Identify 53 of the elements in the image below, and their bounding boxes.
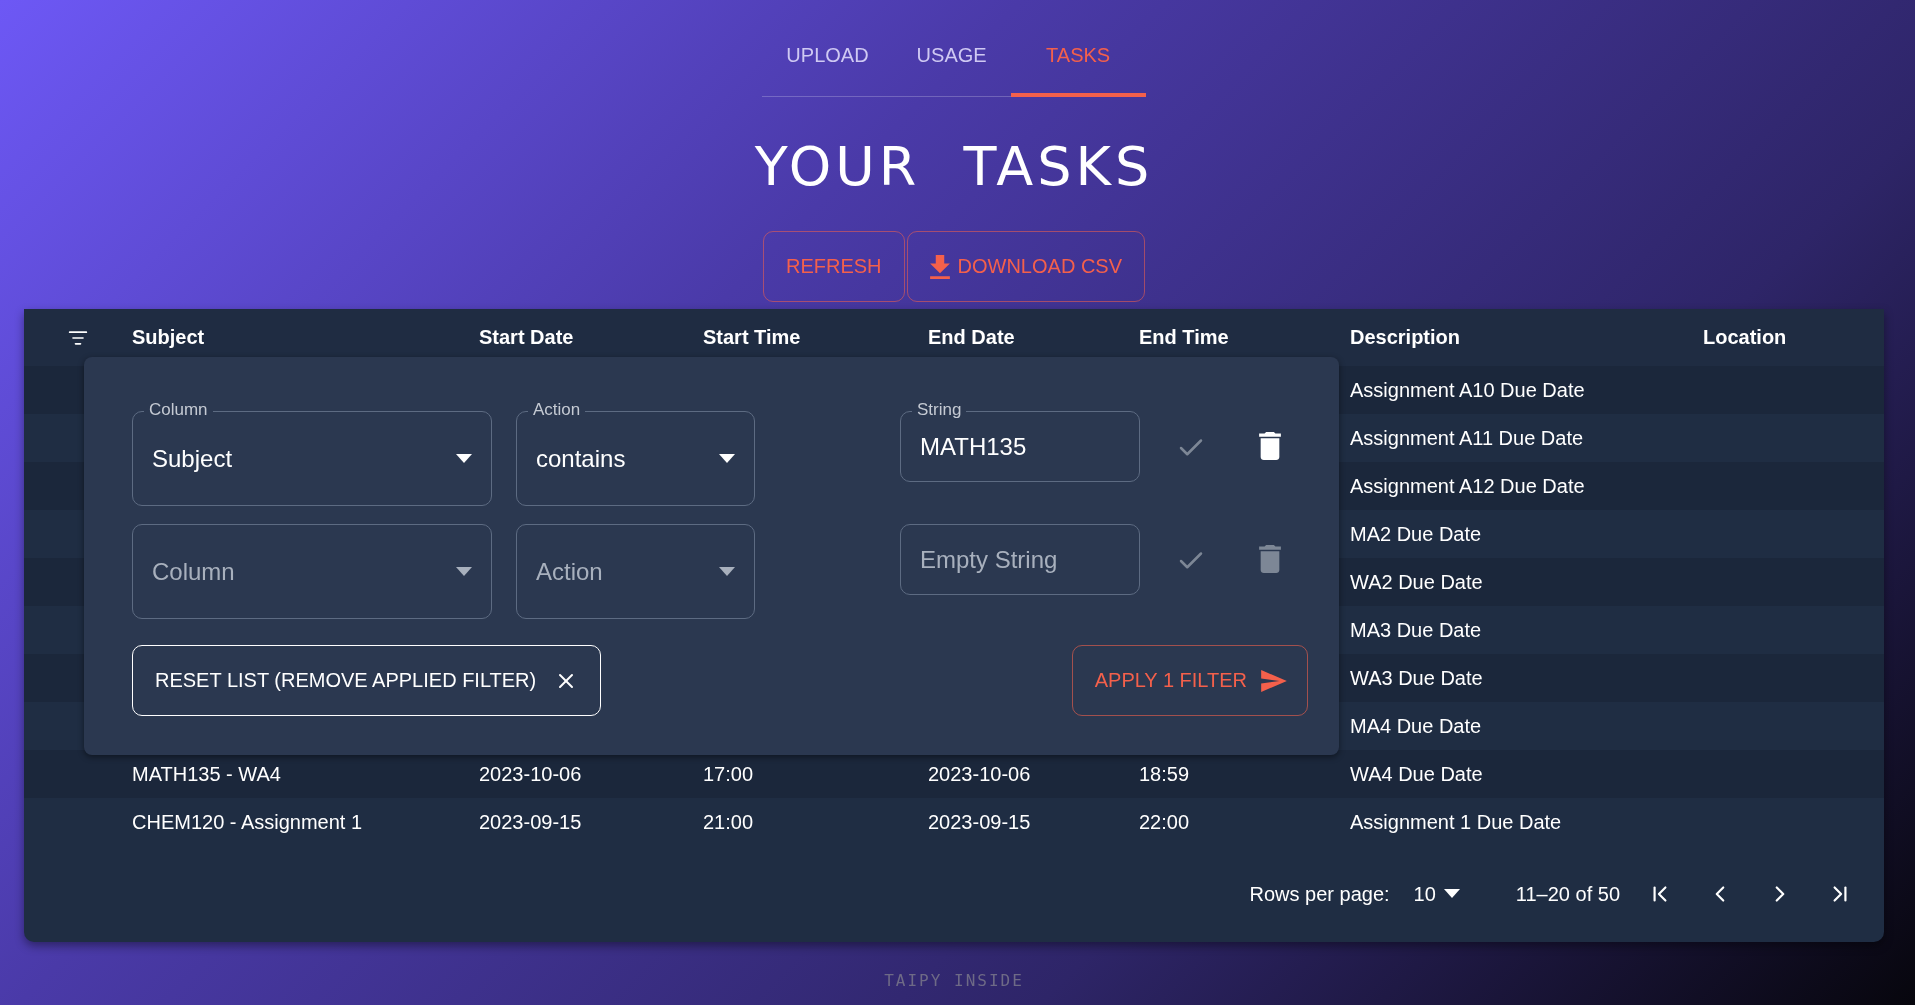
column-header[interactable]: Subject [132,326,479,349]
page-range: 11–20 of 50 [1515,882,1620,906]
table-cell-text: MATH135 - WA4 [132,762,282,786]
table-cell-text: 2023-10-06 [928,762,1032,786]
table-cell-text: 21:00 [703,810,755,834]
string-field[interactable]: String MATH135 [900,400,1140,482]
table-cell-text: 2023-10-06 [479,762,583,786]
table-cell-text: Assignment A11 Due Date [1350,426,1585,450]
download-icon [929,254,950,279]
column-header[interactable]: Start Time [703,326,928,349]
column-header[interactable]: Location [1703,326,1884,349]
table-cell-text: 18:59 [1139,762,1191,786]
table-cell-text: MA3 Due Date [1350,618,1483,642]
table-cell-text: CHEM120 - Assignment 1 [132,810,364,834]
caret-icon [456,453,472,464]
table-cell-text: MA4 Due Date [1350,714,1483,738]
caret-icon [1443,889,1460,899]
nav-tab[interactable]: USAGE [892,22,1011,97]
table-cell-text: Assignment A10 Due Date [1350,378,1586,402]
table-cell-text: 17:00 [703,762,755,786]
field-label: String [912,400,967,420]
column-select[interactable]: Column [132,513,492,619]
table-cell-text: Assignment A12 Due Date [1350,474,1586,498]
table-cell-text: 2023-09-15 [928,810,1032,834]
caret-icon [719,566,735,577]
table-cell-text: 2023-09-15 [479,810,583,834]
string-field[interactable]: Empty String [900,513,1140,595]
footer-text: TAIPY INSIDE [884,971,1024,990]
rows-per-page-label: Rows per page: [1249,882,1390,906]
delete-filter-button[interactable] [1259,432,1281,460]
column-header[interactable]: End Time [1139,326,1350,349]
column-header[interactable]: Description [1350,326,1703,349]
rows-per-page-select[interactable]: 10 [1413,882,1460,906]
page-title: YOUR TASKS [754,135,1154,199]
table-cell-text: WA2 Due Date [1350,570,1484,594]
table-cell-text: 22:00 [1139,810,1191,834]
trash-icon [1259,545,1281,573]
apply-filter-button[interactable]: APPLY 1 FILTER [1071,645,1308,716]
table-cell-text: Assignment 1 Due Date [1350,810,1563,834]
table-cell-text: WA3 Due Date [1350,666,1484,690]
table-cell-text: WA4 Due Date [1350,762,1484,786]
reset-filter-button[interactable]: RESET LIST (REMOVE APPLIED FILTER) [132,645,602,716]
send-icon [1261,669,1287,692]
caret-icon [456,566,472,577]
column-header[interactable]: Start Date [479,326,703,349]
column-header[interactable]: End Date [928,326,1139,349]
trash-icon [1259,432,1281,460]
table-cell-text: MA2 Due Date [1350,522,1483,546]
column-select[interactable]: Column Subject [132,400,492,506]
action-select[interactable]: Action contains [516,400,755,506]
caret-icon [719,453,735,464]
nav-tab[interactable]: UPLOAD [762,22,893,97]
action-select[interactable]: Action [516,513,755,619]
